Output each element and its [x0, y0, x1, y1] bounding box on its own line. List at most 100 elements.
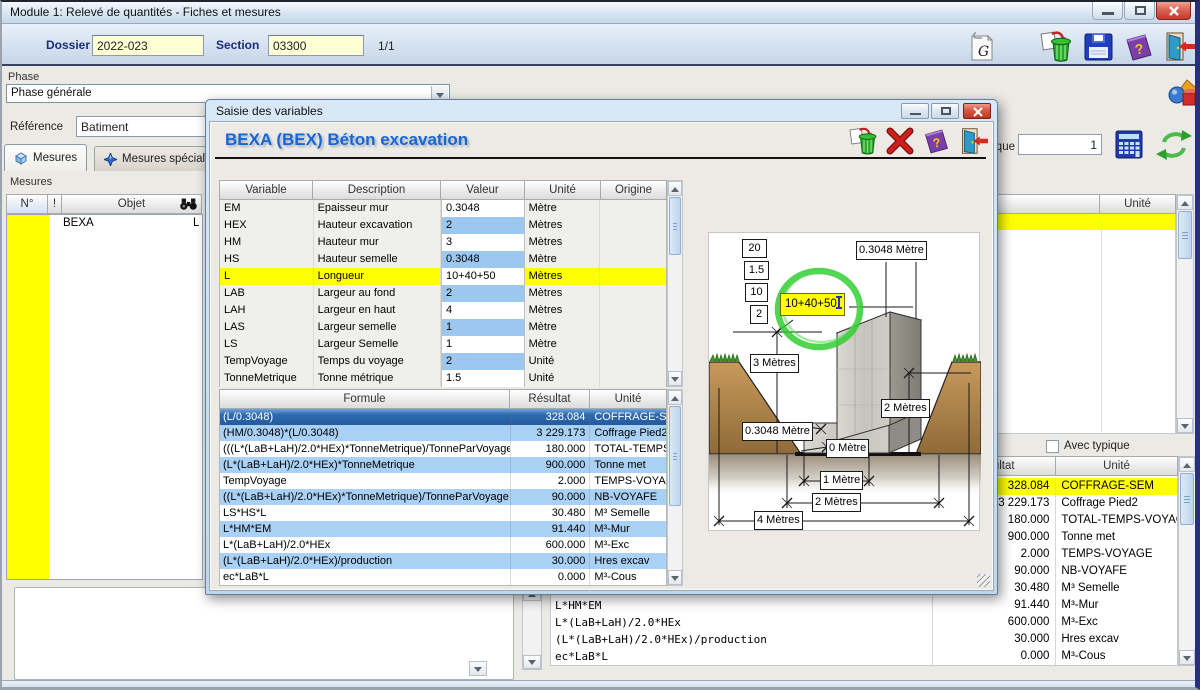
dialog-delete-button[interactable]: [849, 126, 879, 156]
scroll-up-button[interactable]: [668, 181, 682, 196]
typique-input[interactable]: [1018, 134, 1102, 155]
variable-row[interactable]: LAH Largeur en haut 4 Mètres: [220, 302, 666, 319]
formulas-scrollbar[interactable]: [667, 389, 683, 586]
col-resultat[interactable]: Résultat: [510, 389, 590, 409]
col-objet[interactable]: Objet: [62, 194, 202, 214]
dialog-close-button[interactable]: [963, 103, 991, 119]
col-origine[interactable]: Origine: [601, 180, 667, 200]
variable-row[interactable]: HS Hauteur semelle 0.3048 Mètre: [220, 251, 666, 268]
variables-table[interactable]: EM Epaisseur mur 0.3048 Mètre HEX Hauteu…: [219, 200, 667, 387]
variable-value[interactable]: 2: [441, 353, 525, 370]
formula-row[interactable]: L*(LaB+LaH)/2.0*HEx 600.000 M³-Exc: [220, 537, 666, 553]
length-formula-input[interactable]: 10+40+50: [780, 293, 845, 316]
recalculate-button[interactable]: [1154, 128, 1194, 162]
variables-scrollbar[interactable]: [667, 180, 683, 387]
scroll-down-button[interactable]: [668, 371, 682, 386]
comment-dropdown-button[interactable]: [469, 661, 487, 676]
formula-row[interactable]: (L*(LaB+LaH)/2.0*HEx)*TonneMetrique 900.…: [220, 457, 666, 473]
variable-row[interactable]: HEX Hauteur excavation 2 Mètres: [220, 217, 666, 234]
measures-table[interactable]: 1 BEXA L 2: [6, 214, 203, 580]
col-valeur[interactable]: Valeur: [441, 180, 525, 200]
dossier-input[interactable]: [92, 35, 204, 56]
formula-row[interactable]: (L*(LaB+LaH)/2.0*HEx)/production 30.000 …: [220, 553, 666, 569]
col-unite-upper[interactable]: Unité: [1100, 194, 1176, 214]
maximize-button[interactable]: [1124, 2, 1155, 20]
scroll-down-button[interactable]: [668, 570, 682, 585]
g-document-button[interactable]: G: [968, 31, 996, 63]
formula-row[interactable]: TempVoyage 2.000 TEMPS-VOYAGE: [220, 473, 666, 489]
col-unite-formulas[interactable]: Unité: [590, 389, 667, 409]
col-unite-bg[interactable]: Unité: [1056, 456, 1178, 476]
scroll-up-button[interactable]: [668, 390, 682, 405]
variable-row[interactable]: LS Largeur Semelle 1 Mètre: [220, 336, 666, 353]
variable-value[interactable]: 2: [441, 217, 525, 234]
formula-row[interactable]: (((L*(LaB+LaH)/2.0*HEx)*TonneMetrique)/T…: [220, 441, 666, 457]
variable-row[interactable]: HM Hauteur mur 3 Mètres: [220, 234, 666, 251]
scroll-down-button[interactable]: [1179, 650, 1195, 665]
close-button[interactable]: [1156, 2, 1191, 20]
col-description[interactable]: Description: [313, 180, 441, 200]
scroll-up-button[interactable]: [1177, 195, 1193, 210]
variable-row[interactable]: L Longueur 10+40+50 Mètres: [220, 268, 666, 285]
delete-button[interactable]: [1040, 30, 1074, 63]
saisie-variables-dialog[interactable]: Saisie des variables BEXA (BEX) Béton ex…: [205, 99, 998, 595]
variable-value[interactable]: 0.3048: [441, 251, 525, 268]
variable-value[interactable]: 1: [441, 336, 525, 353]
variable-row[interactable]: LAB Largeur au fond 2 Mètres: [220, 285, 666, 302]
scroll-down-button[interactable]: [523, 655, 541, 669]
tab-mesures[interactable]: Mesures: [4, 144, 87, 171]
reference-input[interactable]: [76, 116, 206, 137]
dialog-minimize-button[interactable]: [901, 103, 929, 119]
result-row[interactable]: L*HM*EM 91.440 M³-Mur: [551, 597, 1177, 614]
formula-row[interactable]: ec*LaB*L 0.000 M³-Cous: [220, 569, 666, 585]
result-unit: Tonne met: [1055, 529, 1177, 546]
variable-value[interactable]: 1: [441, 319, 525, 336]
formula-row[interactable]: LS*HS*L 30.480 M³ Semelle: [220, 505, 666, 521]
result-row[interactable]: (L*(LaB+LaH)/2.0*HEx)/production 30.000 …: [551, 631, 1177, 648]
variable-value[interactable]: 10+40+50: [441, 268, 525, 285]
exit-button[interactable]: [1161, 30, 1196, 63]
col-flag[interactable]: !: [48, 194, 62, 214]
formula-row[interactable]: (HM/0.3048)*(L/0.3048) 3 229.173 Coffrag…: [220, 425, 666, 441]
formulas-table[interactable]: (L/0.3048) 328.084 COFFRAGE-SEM (HM/0.30…: [219, 409, 667, 586]
variable-row[interactable]: TonneMetrique Tonne métrique 1.5 Unité: [220, 370, 666, 387]
formula-row[interactable]: ((L*(LaB+LaH)/2.0*HEx)*TonneMetrique)/To…: [220, 489, 666, 505]
variable-row[interactable]: TempVoyage Temps du voyage 2 Unité: [220, 353, 666, 370]
variable-row[interactable]: LAS Largeur semelle 1 Mètre: [220, 319, 666, 336]
variable-value[interactable]: 3: [441, 234, 525, 251]
dialog-maximize-button[interactable]: [931, 103, 959, 119]
formula-row[interactable]: (L/0.3048) 328.084 COFFRAGE-SEM: [220, 409, 666, 425]
help-button[interactable]: ?: [1122, 32, 1155, 62]
col-formule[interactable]: Formule: [219, 389, 510, 409]
result-row[interactable]: ec*LaB*L 0.000 M³-Cous: [551, 648, 1177, 665]
variable-description: Hauteur excavation: [314, 217, 441, 234]
variable-value[interactable]: 1.5: [441, 370, 525, 387]
module-switch-button[interactable]: [1168, 78, 1198, 108]
upper-right-scrollbar[interactable]: [1176, 194, 1194, 434]
results-scrollbar[interactable]: [1178, 456, 1196, 666]
variable-value[interactable]: 4: [441, 302, 525, 319]
result-row[interactable]: L*(LaB+LaH)/2.0*HEx 600.000 M³-Exc: [551, 614, 1177, 631]
formula-row[interactable]: L*HM*EM 91.440 M³-Mur: [220, 521, 666, 537]
minimize-button[interactable]: [1092, 2, 1123, 20]
save-button[interactable]: [1083, 32, 1114, 62]
col-unite[interactable]: Unité: [525, 180, 601, 200]
dialog-help-button[interactable]: ?: [921, 126, 951, 156]
scroll-up-button[interactable]: [1179, 457, 1195, 472]
formula-list-scrollbar[interactable]: [522, 586, 542, 670]
dialog-cancel-button[interactable]: [885, 126, 915, 156]
avec-typique-checkbox[interactable]: [1046, 440, 1059, 453]
main-titlebar[interactable]: Module 1: Relevé de quantités - Fiches e…: [2, 2, 1195, 24]
variable-value[interactable]: 0.3048: [441, 200, 525, 217]
binoculars-icon[interactable]: [180, 198, 197, 211]
calculator-button[interactable]: [1114, 130, 1144, 159]
comment-textarea[interactable]: [14, 587, 514, 680]
scroll-down-button[interactable]: [1177, 418, 1193, 433]
col-num[interactable]: N°: [6, 194, 48, 214]
variable-row[interactable]: EM Epaisseur mur 0.3048 Mètre: [220, 200, 666, 217]
section-input[interactable]: [268, 35, 364, 56]
col-variable[interactable]: Variable: [219, 180, 313, 200]
variable-value[interactable]: 2: [441, 285, 525, 302]
dialog-resize-grip[interactable]: [977, 574, 990, 587]
dialog-exit-button[interactable]: [957, 126, 987, 156]
